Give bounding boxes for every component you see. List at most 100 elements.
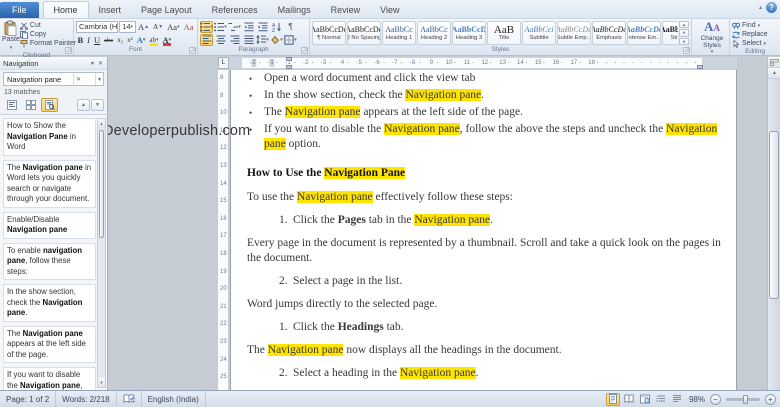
justify-button[interactable] [242,34,255,46]
zoom-out-button[interactable]: − [710,393,721,405]
change-styles-button[interactable]: AA Change Styles ▾ [694,20,730,56]
document-scrollbar[interactable]: ▲ [767,57,780,390]
zoom-slider[interactable] [726,394,760,404]
clipboard-dialog-launcher[interactable]: ◿ [65,47,72,54]
search-result-item[interactable]: The Navigation pane in Word lets you qui… [3,159,96,208]
zoom-slider-thumb[interactable] [743,394,748,404]
numbering-button[interactable]: ▾ [214,21,227,33]
styles-scroll-down-icon[interactable]: ▼ [679,29,689,37]
results-scrollbar[interactable]: ▲ ▼ [97,118,106,388]
show-paragraph-marks-button[interactable]: ¶ [284,21,297,33]
font-name-combobox[interactable]: Cambria (Headin ▾ [76,20,119,33]
proofing-status[interactable] [117,391,142,407]
decrease-indent-button[interactable] [242,21,255,33]
subscript-button[interactable]: x₂ [116,34,125,46]
font-dialog-launcher[interactable]: ◿ [189,47,196,54]
style-intense[interactable]: AaBbCcDc Intense Em... [627,21,661,45]
align-right-button[interactable] [228,34,241,46]
style-h2[interactable]: AaBbCc Heading 2 [417,21,451,45]
shrink-font-button[interactable]: A ▼ [152,21,165,33]
draft-view-button[interactable] [670,393,684,406]
search-result-item[interactable]: If you want to disable the Navigation pa… [3,367,96,390]
search-result-item[interactable]: To enable navigation pane, follow these … [3,242,96,280]
styles-dialog-launcher[interactable]: ◿ [683,47,690,54]
document-page[interactable]: • Open a word document and click the view… [230,70,737,390]
full-screen-reading-view-button[interactable] [622,393,636,406]
style-subtitle[interactable]: AaBbCci Subtitle [522,21,556,45]
increase-indent-button[interactable] [256,21,269,33]
italic-button[interactable]: I [86,34,92,46]
style-h3[interactable]: AaBbCcD Heading 3 [452,21,486,45]
paste-dropdown-icon[interactable]: ▾ [10,44,13,52]
align-left-button[interactable] [200,33,213,46]
results-scroll-up-icon[interactable]: ▲ [98,119,105,128]
page-indicator[interactable]: Page: 1 of 2 [0,391,57,407]
strikethrough-button[interactable]: abc [103,34,115,46]
right-indent-marker[interactable] [697,65,703,69]
grow-font-button[interactable]: A ▲ [137,21,151,33]
search-result-item[interactable]: Enable/Disable Navigation pane [3,211,96,239]
align-center-button[interactable] [214,34,227,46]
bullets-button[interactable]: ▾ [200,20,213,33]
sort-button[interactable]: AZ [270,21,283,33]
browse-pages-tab[interactable] [22,98,39,112]
results-scrollbar-thumb[interactable] [99,130,104,238]
navigation-pane-menu-icon[interactable]: ▾ [90,60,95,67]
underline-button[interactable]: U [93,34,102,46]
copy-button[interactable]: Copy [19,30,76,39]
tab-page-layout[interactable]: Page Layout [131,2,202,18]
change-case-button[interactable]: Aa ▾ [166,21,181,33]
shading-button[interactable]: ▾ [270,34,283,46]
style-emphasis[interactable]: AaBbCcDd Emphasis [592,21,626,45]
text-effects-button[interactable]: A ▾ [135,34,147,46]
paste-button[interactable]: Paste ▾ [2,20,20,52]
style-h1[interactable]: AaBbCc Heading 1 [382,21,416,45]
browse-headings-tab[interactable] [3,98,20,112]
language-indicator[interactable]: English (India) [142,391,206,407]
multilevel-list-button[interactable]: ▾ [228,21,241,33]
navigation-pane-close-icon[interactable]: ✕ [97,60,104,67]
paragraph-dialog-launcher[interactable]: ◿ [301,47,308,54]
zoom-level[interactable]: 98% [686,395,708,404]
clear-formatting-button[interactable]: Aa [182,21,195,33]
web-layout-view-button[interactable] [638,393,652,406]
cut-button[interactable]: Cut [19,21,76,30]
search-clear-icon[interactable]: ✕ [73,73,83,85]
outline-view-button[interactable] [654,393,668,406]
font-size-combobox[interactable]: 14 ▾ [119,20,136,33]
next-result-icon[interactable]: ▼ [91,99,104,111]
tab-review[interactable]: Review [321,2,371,18]
previous-result-icon[interactable]: ▲ [77,99,90,111]
style-title[interactable]: AaB Title [487,21,521,45]
search-result-item[interactable]: In the show section, check the Navigatio… [3,284,96,322]
text-highlight-button[interactable]: ab ▾ [148,34,160,46]
bold-button[interactable]: B [76,34,85,46]
line-spacing-button[interactable]: ▾ [256,34,269,46]
style-subtle[interactable]: AaBbCcDd Subtle Emp... [557,21,591,45]
style-normal[interactable]: AaBbCcDd ¶ Normal [312,21,346,45]
font-color-button[interactable]: A ▾ [161,34,173,46]
help-icon[interactable]: ? [766,2,777,13]
results-scroll-down-icon[interactable]: ▼ [98,378,105,387]
styles-more-icon[interactable]: ▼ [679,37,689,45]
tab-mailings[interactable]: Mailings [268,2,321,18]
scrollbar-thumb[interactable] [769,131,779,299]
browse-results-tab[interactable] [41,98,58,112]
search-result-item[interactable]: The Navigation pane appears at the left … [3,325,96,363]
print-layout-view-button[interactable] [605,392,620,406]
replace-button[interactable]: Replace [732,30,778,39]
ruler-toggle-icon[interactable] [768,57,780,68]
tab-view[interactable]: View [370,2,409,18]
minimize-ribbon-icon[interactable]: ▴ [759,4,762,11]
word-count[interactable]: Words: 2/218 [56,391,117,407]
borders-button[interactable]: ▾ [284,34,297,46]
tab-stop-selector[interactable]: L [218,57,229,69]
find-button[interactable]: Find ▾ [732,21,778,30]
hanging-indent-marker[interactable] [286,65,292,69]
tab-home[interactable]: Home [42,1,89,18]
search-result-item[interactable]: How to Show the Navigation Pane in Word [3,118,96,156]
scroll-up-icon[interactable]: ▲ [768,68,780,79]
tab-file[interactable]: File [0,2,39,18]
first-line-indent-marker[interactable] [286,57,292,61]
superscript-button[interactable]: x² [126,34,135,46]
